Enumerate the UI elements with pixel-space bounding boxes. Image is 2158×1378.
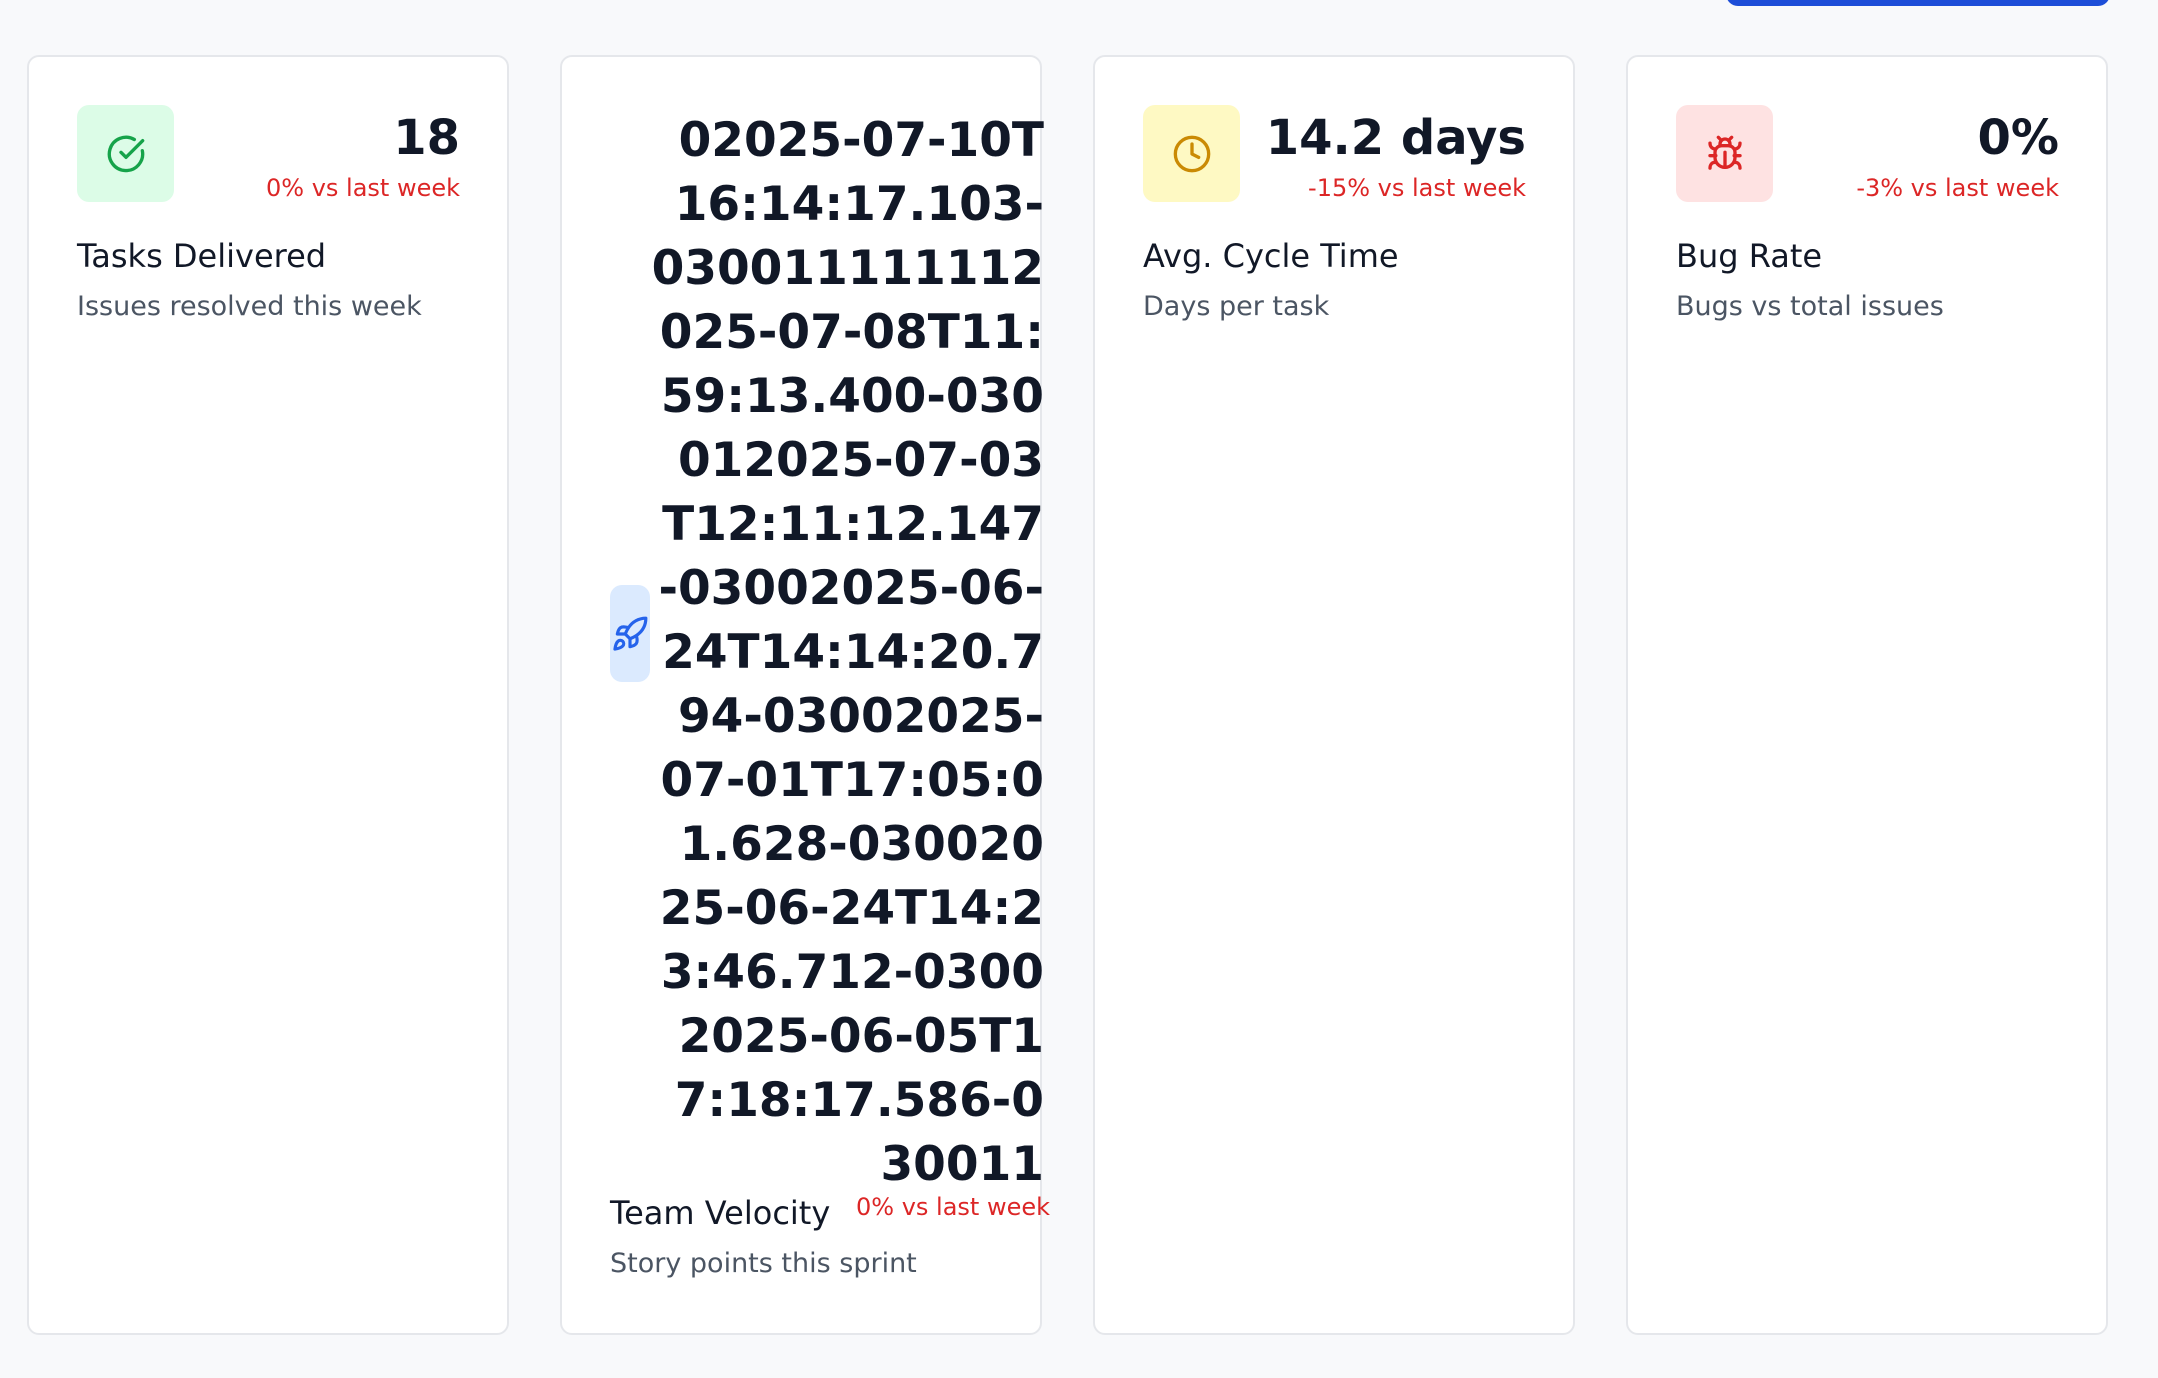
stat-change: -3% vs last week	[1856, 174, 2059, 202]
stat-card-bug-rate: 0% -3% vs last week Bug Rate Bugs vs tot…	[1626, 55, 2108, 1335]
stat-card-tasks-delivered: 18 0% vs last week Tasks Delivered Issue…	[27, 55, 509, 1335]
dashboard-page: 18 0% vs last week Tasks Delivered Issue…	[0, 0, 2158, 1378]
stat-card-avg-cycle-time: 14.2 days -15% vs last week Avg. Cycle T…	[1093, 55, 1575, 1335]
stat-card-team-velocity: 02025-07-10T16:14:17.103-030011111112025…	[560, 55, 1050, 1335]
stat-title: Avg. Cycle Time	[1143, 237, 1399, 275]
stat-subtitle: Story points this sprint	[610, 1248, 917, 1279]
rocket-icon	[610, 585, 650, 682]
bug-icon	[1676, 105, 1773, 202]
stat-subtitle: Days per task	[1143, 291, 1330, 322]
stat-subtitle: Bugs vs total issues	[1676, 291, 1944, 322]
stat-title: Tasks Delivered	[77, 237, 327, 275]
stat-change: 0% vs last week	[265, 174, 460, 202]
stat-change: -15% vs last week	[1308, 174, 1526, 202]
stat-subtitle: Issues resolved this week	[77, 291, 422, 322]
check-circle-icon	[77, 105, 174, 202]
stat-value: 14.2 days	[1265, 110, 1526, 166]
stat-value: 18	[393, 110, 460, 166]
stat-value: 0%	[1977, 110, 2060, 166]
stat-title: Bug Rate	[1676, 237, 1823, 275]
primary-action-button[interactable]	[1726, 0, 2110, 6]
stat-title: Team Velocity	[610, 1194, 831, 1232]
clock-icon	[1143, 105, 1240, 202]
stat-value: 02025-07-10T16:14:17.103-030011111112025…	[651, 113, 1044, 1192]
stat-value-container: 02025-07-10T16:14:17.103-030011111112025…	[650, 109, 1050, 1221]
